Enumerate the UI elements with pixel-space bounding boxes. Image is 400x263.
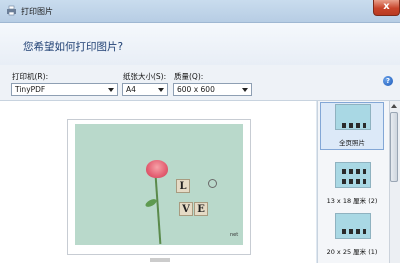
layout-thumbnail-13x18[interactable] <box>335 162 371 188</box>
chevron-down-icon <box>108 88 114 92</box>
scrollbar-thumb[interactable] <box>390 112 398 182</box>
printer-label: 打印机(R): <box>12 72 49 81</box>
thumbnail-figures <box>342 179 366 184</box>
printer-icon <box>7 5 16 16</box>
print-options: 打印机(R): 纸张大小(S): 质量(Q): TinyPDF A4 600 x… <box>0 65 400 101</box>
paper-size-label: 纸张大小(S): <box>123 72 167 81</box>
flower-leaf <box>144 197 158 209</box>
printer-select[interactable]: TinyPDF <box>11 83 118 96</box>
letter-tile-e: E <box>194 202 208 216</box>
thumbnail-figures <box>342 123 366 128</box>
layout-thumbnail-full-page[interactable] <box>335 104 371 130</box>
photo-watermark: net <box>230 232 239 238</box>
printer-select-value: TinyPDF <box>15 85 46 94</box>
layout-label-20x25: 20 x 25 厘米 (1) <box>326 248 378 256</box>
paper-size-select[interactable]: A4 <box>122 83 168 96</box>
letter-tile-l: L <box>176 179 190 193</box>
preview-caption-bar <box>150 258 170 262</box>
photo-preview: L V E net <box>75 124 243 245</box>
thumbnail-figures <box>342 169 366 174</box>
close-button[interactable]: x <box>373 0 400 16</box>
letter-tile-v: V <box>179 202 193 216</box>
window-title: 打印图片 <box>21 7 53 16</box>
page-title: 您希望如何打印图片? <box>23 41 124 53</box>
title-bar: 打印图片 <box>0 0 400 23</box>
paper-size-select-value: A4 <box>126 85 136 94</box>
chevron-down-icon <box>242 88 248 92</box>
thumbnail-figures <box>342 229 366 234</box>
ring-image <box>208 179 217 188</box>
flower-image <box>146 160 168 178</box>
quality-select[interactable]: 600 x 600 <box>173 83 252 96</box>
quality-select-value: 600 x 600 <box>177 85 215 94</box>
quality-label: 质量(Q): <box>174 72 204 81</box>
layout-thumbnail-20x25[interactable] <box>335 213 371 239</box>
layout-label-13x18: 13 x 18 厘米 (2) <box>326 197 378 205</box>
scroll-up-icon[interactable] <box>391 104 397 108</box>
chevron-down-icon <box>158 88 164 92</box>
flower-stem <box>154 176 162 244</box>
layout-label-full-page: 全页照片 <box>339 139 365 147</box>
help-icon[interactable]: ? <box>383 76 393 86</box>
header-area: 您希望如何打印图片? <box>0 23 400 65</box>
